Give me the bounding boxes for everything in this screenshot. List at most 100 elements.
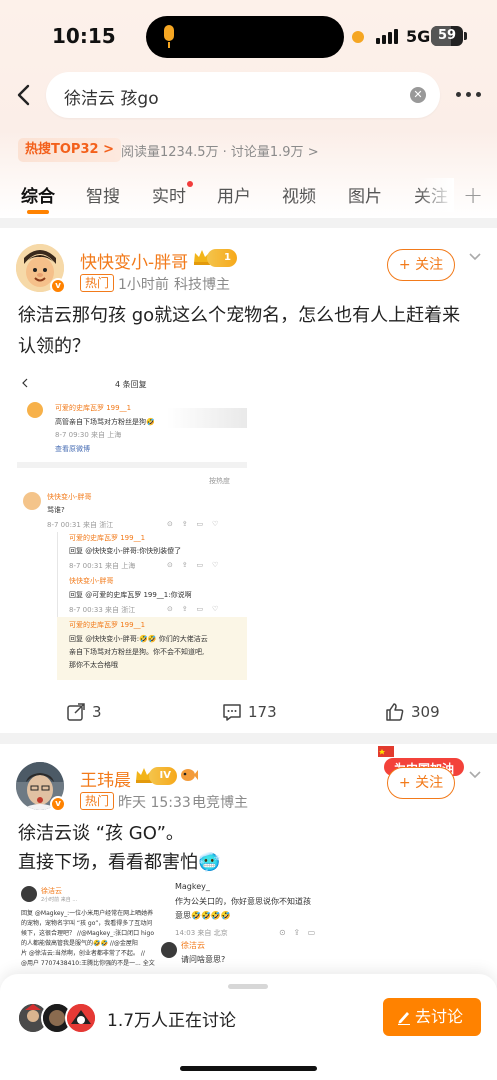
shot-text: 高管亲自下场骂对方粉丝是狗🤣 [55, 418, 155, 426]
like-button[interactable]: 309 [385, 702, 455, 724]
new-content-dot [187, 181, 193, 187]
participant-avatars [17, 1002, 97, 1034]
shot-text: 作为公关口的，你好意思说你不知道孩 [175, 897, 311, 906]
drag-handle[interactable] [228, 984, 268, 989]
comment-count: 173 [248, 703, 277, 721]
home-indicator [180, 1066, 317, 1071]
post-card[interactable]: v 快快变小-胖哥 1 热门 1小时前 科技博主 + 关注 徐洁云那句孩 go就… [0, 228, 497, 733]
tab-smart-search[interactable]: 智搜 [86, 182, 120, 207]
comment-button[interactable]: 173 [222, 702, 292, 724]
shot-user: 可爱的史库瓦罗 199__1 [69, 534, 146, 542]
shot-user: 可爱的史库瓦罗 199__1 [69, 621, 146, 629]
hot-stats[interactable]: 阅读量1234.5万 · 讨论量1.9万 > [121, 141, 319, 160]
repost-icon [67, 703, 85, 721]
shot-text: 回复 @Magkey_:一位小米用户经常在网上晒她养 [21, 910, 154, 917]
hot-search-badge[interactable]: 热搜TOP32 > [18, 138, 121, 162]
shot-user: 徐洁云 [181, 941, 205, 950]
shot-text: 的宠物，宠物名字叫 “孩 go”，我看得多了互动问 [21, 920, 153, 927]
shot-text: 回复 @可爱的史库瓦罗 199__1:你说啊 [69, 591, 192, 599]
level-badge: 1 [207, 249, 237, 267]
hot-tag: 热门 [80, 274, 115, 292]
battery-icon: 59 [431, 26, 463, 46]
back-icon [22, 378, 28, 388]
pen-icon [398, 1012, 410, 1025]
discussing-count: 1.7万人正在讨论 [107, 1011, 237, 1031]
post-text-line: 直接下场，看看都害怕🥶 [18, 852, 221, 873]
shot-text: 回复 @快快变小-胖哥:🤣🤣 你们的大佬洁云 [69, 635, 208, 643]
shot-text: 亲自下场骂对方粉丝是狗。你不会不知道吧, [69, 648, 205, 656]
tab-realtime[interactable]: 实时 [152, 182, 186, 207]
status-time: 10:15 [52, 24, 116, 48]
post-text-line: 徐洁云谈 “孩 GO”。 [18, 823, 184, 844]
shot-meta: 8-7 09:30 来自 上海 [55, 431, 122, 439]
post-source: 电竞博主 [192, 795, 248, 811]
discuss-button-label: 去讨论 [415, 1007, 464, 1026]
post-image[interactable]: 4 条回复 可爱的史库瓦罗 199__1 高管亲自下场骂对方粉丝是狗🤣 8-7 … [17, 370, 247, 680]
network-label: 5G [406, 27, 431, 46]
shot-text: 回复 @快快变小-胖哥:你快别装傻了 [69, 547, 182, 555]
follow-button[interactable]: + 关注 [387, 767, 455, 799]
shot-text: @用户 7707438410:王腾比你强的不是一... 全文 [21, 960, 155, 967]
battery-level: 59 [437, 28, 457, 43]
post-image[interactable]: 徐洁云 2小时前 来自 ... 回复 @Magkey_:一位小米用户经常在网上晒… [17, 882, 352, 977]
shot-user: 徐洁云 [41, 887, 62, 895]
verified-badge-icon: v [50, 278, 66, 294]
recording-indicator-icon [352, 31, 364, 43]
post-text: 徐洁云那句孩 go就这么个宠物名，怎么也有人上赶着来认领的？ [18, 305, 461, 357]
shot-text: 那你不太合格哦 [69, 661, 118, 669]
shot-meta: 8-7 00:31 来自 上海 [69, 562, 136, 570]
avatar [65, 1002, 97, 1034]
repost-button[interactable]: 3 [66, 702, 126, 724]
shot-sort: 按热度 [209, 477, 230, 485]
shot-text: 片 @徐洁云:当然啊，创业者都非常了不起。 // [21, 950, 145, 957]
tab-images[interactable]: 图片 [348, 182, 382, 207]
shot-meta: 8-7 00:33 来自 浙江 [69, 606, 136, 614]
shot-text: 候下，这很合理吧？ //@Magkey_:张口闭口 higo [21, 930, 154, 937]
search-input[interactable]: 徐洁云 孩go ✕ [46, 72, 440, 118]
discuss-button[interactable]: 去讨论 [383, 998, 481, 1036]
clear-icon[interactable]: ✕ [410, 87, 426, 103]
shot-link: 查看原微博 [55, 445, 90, 453]
dynamic-island [146, 16, 344, 58]
shot-meta: 8-7 00:31 来自 浙江 [47, 521, 114, 529]
follow-button[interactable]: + 关注 [387, 249, 455, 281]
signal-icon [376, 28, 400, 44]
repost-count: 3 [92, 703, 102, 721]
tab-videos[interactable]: 视频 [282, 182, 316, 207]
post-time: 1小时前 [118, 277, 169, 293]
post-time: 昨天 15:33 [118, 795, 191, 811]
chevron-down-icon[interactable] [468, 250, 482, 264]
avatar [27, 402, 43, 418]
avatar [21, 886, 37, 902]
shot-meta: 2小时前 来自 ... [41, 897, 78, 903]
discussion-bar: 1.7万人正在讨论 去讨论 [0, 974, 497, 1080]
back-icon[interactable] [12, 82, 38, 108]
shot-user: Magkey_ [175, 882, 210, 891]
shot-user: 可爱的史库瓦罗 199__1 [55, 404, 132, 412]
chevron-down-icon[interactable] [468, 768, 482, 782]
shot-user: 快快变小-胖哥 [69, 577, 114, 585]
tab-comprehensive[interactable]: 综合 [21, 182, 55, 207]
comment-icon [223, 704, 241, 721]
thumbs-up-icon [386, 703, 404, 721]
active-tab-indicator [27, 210, 49, 214]
tab-users[interactable]: 用户 [217, 182, 251, 207]
like-count: 309 [411, 703, 440, 721]
post-username[interactable]: 王玮晨 [80, 766, 131, 791]
hot-tag: 热门 [80, 792, 115, 810]
shot-meta: 14:03 来自 北京 [175, 929, 228, 937]
search-query: 徐洁云 孩go [64, 89, 159, 109]
avatar [161, 942, 177, 958]
add-tab-icon[interactable]: + [463, 181, 483, 209]
avatar [23, 492, 41, 510]
post-username[interactable]: 快快变小-胖哥 [80, 248, 188, 273]
shot-text: 请问啥意思? [181, 955, 226, 964]
post-source: 科技博主 [174, 277, 230, 293]
more-icon[interactable] [456, 92, 482, 98]
fish-icon [181, 769, 198, 781]
level-badge: IV [149, 767, 177, 785]
shot-title: 4 条回复 [115, 380, 147, 389]
shot-text: 的人都能做高管我是服气的🤣🤣 //@金屋阳 [21, 940, 138, 947]
shot-user: 快快变小-胖哥 [47, 493, 92, 501]
shot-text: 骂谁? [47, 506, 65, 514]
